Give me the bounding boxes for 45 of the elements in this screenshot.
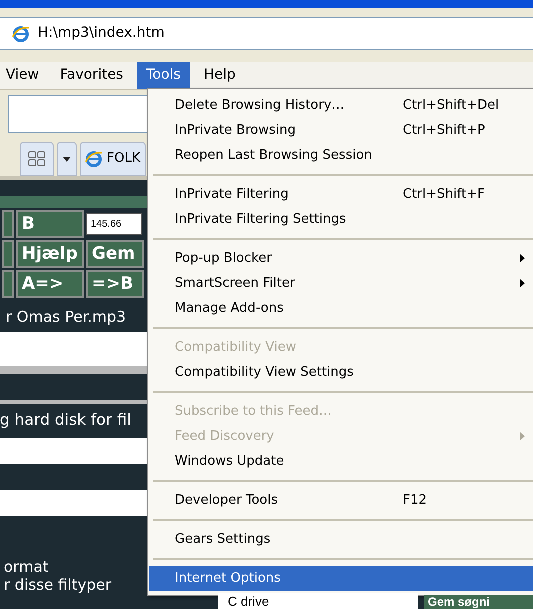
- menu-item[interactable]: Compatibility View Settings: [149, 360, 533, 385]
- page-button[interactable]: Hjælp: [16, 240, 84, 268]
- page-text: ormat: [4, 558, 49, 576]
- menu-bar-item[interactable]: Favorites: [51, 62, 132, 89]
- shortcut-text: Ctrl+Shift+Del: [403, 96, 500, 115]
- menu-item[interactable]: InPrivate Browsing Ctrl+Shift+P: [149, 118, 533, 143]
- menu-item[interactable]: InPrivate Filtering Settings: [149, 207, 533, 232]
- value-field[interactable]: 145.66: [86, 213, 142, 235]
- menu-item[interactable]: Manage Add-ons: [149, 296, 533, 321]
- menu-item[interactable]: Gears Settings: [149, 527, 533, 552]
- browser-tab[interactable]: FOLK: [80, 142, 146, 176]
- menu-bar-item[interactable]: View: [0, 62, 52, 89]
- menu-item[interactable]: Developer Tools F12: [149, 488, 533, 513]
- page-button[interactable]: =>B: [86, 270, 144, 298]
- shortcut-text: Ctrl+Shift+F: [403, 186, 485, 204]
- grid-icon: [28, 151, 46, 167]
- page-button[interactable]: A=>: [16, 270, 84, 298]
- tab-list-button[interactable]: [57, 142, 77, 176]
- page-button[interactable]: [2, 210, 14, 238]
- menu-item[interactable]: SmartScreen Filter: [149, 271, 533, 296]
- menu-item[interactable]: Reopen Last Browsing Session: [149, 143, 533, 168]
- menu-item[interactable]: Windows Update: [149, 449, 533, 474]
- menu-item[interactable]: Delete Browsing History… Ctrl+Shift+Del: [149, 93, 533, 118]
- page-button[interactable]: Gem: [86, 240, 144, 268]
- search-field[interactable]: [8, 95, 148, 133]
- drive-option-text: C drive: [228, 594, 270, 608]
- caret-icon: [63, 156, 71, 162]
- page-text: r disse filtyper: [4, 576, 112, 594]
- menu-bar-item[interactable]: Tools: [137, 62, 190, 89]
- shortcut-text: F12: [403, 492, 428, 510]
- browser-logo-icon: [85, 150, 103, 168]
- menu-bar-item[interactable]: Help: [194, 62, 245, 89]
- menu-item[interactable]: Internet Options: [149, 566, 533, 591]
- page-button[interactable]: B: [16, 210, 84, 238]
- file-name-text: r Omas Per.mp3: [5, 307, 128, 328]
- browser-logo-icon: [12, 24, 30, 42]
- menu-item[interactable]: Pop-up Blocker: [149, 246, 533, 271]
- page-button[interactable]: [2, 240, 14, 268]
- address-text: H:\mp3\index.htm: [38, 24, 165, 43]
- status-text: g hard disk for fil: [0, 410, 132, 432]
- quick-tabs-button[interactable]: [20, 142, 54, 176]
- menu-item[interactable]: InPrivate Filtering Ctrl+Shift+F: [149, 182, 533, 207]
- page-button[interactable]: [2, 270, 14, 298]
- save-search-button[interactable]: Gem søgni: [424, 595, 533, 609]
- shortcut-text: Ctrl+Shift+P: [403, 122, 486, 140]
